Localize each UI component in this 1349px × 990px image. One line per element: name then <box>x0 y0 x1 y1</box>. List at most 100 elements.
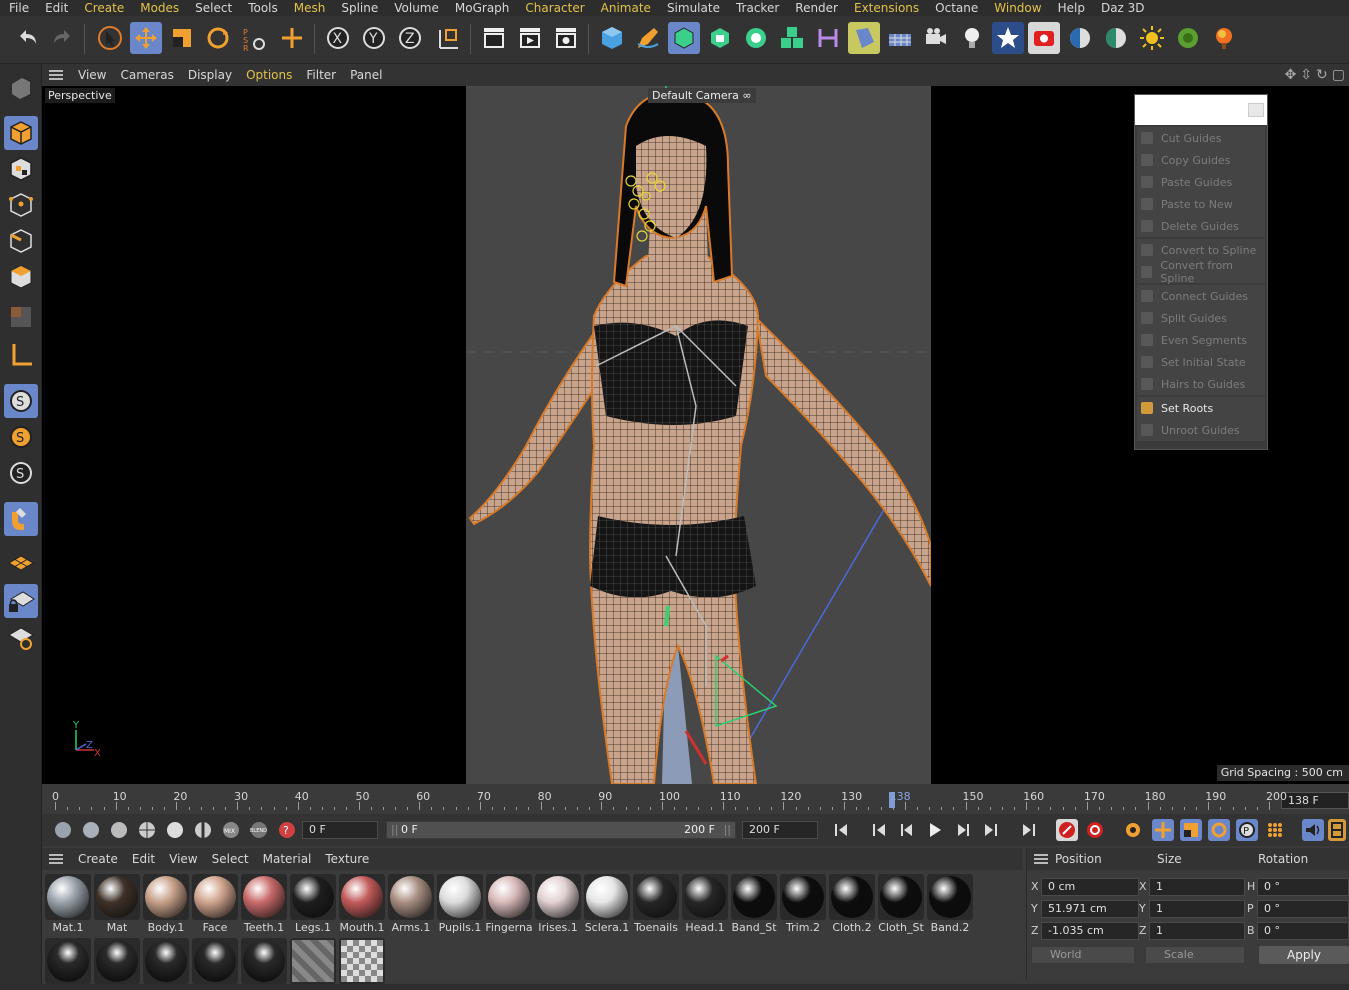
polygons-mode-button[interactable] <box>4 260 38 294</box>
menu-mograph[interactable]: MoGraph <box>446 1 517 15</box>
render-view-button[interactable] <box>478 22 510 54</box>
octane-vdb-button[interactable] <box>1208 22 1240 54</box>
key-scale-button[interactable] <box>80 819 102 841</box>
material-swatch[interactable]: Mat.1 <box>44 874 92 934</box>
rotation-p-field[interactable]: 0 ° <box>1257 900 1349 918</box>
material-swatch[interactable]: Mouth.1 <box>338 874 386 934</box>
size-x-field[interactable]: 1 <box>1149 878 1245 896</box>
material-swatch[interactable] <box>240 938 288 984</box>
next-key-button[interactable] <box>980 819 1002 841</box>
menu-help[interactable]: Help <box>1049 1 1092 15</box>
size-z-field[interactable]: 1 <box>1149 922 1245 940</box>
dolly-icon[interactable]: ⇳ <box>1300 67 1312 83</box>
material-swatch[interactable]: Irises.1 <box>534 874 582 934</box>
recent-tool-button[interactable] <box>276 22 308 54</box>
position-x-field[interactable]: 0 cm <box>1041 878 1139 896</box>
rotation-b-field[interactable]: 0 ° <box>1257 922 1349 940</box>
menu-character[interactable]: Character <box>516 1 591 15</box>
locked-workplane-button[interactable] <box>4 584 38 618</box>
solo-single-button[interactable]: S <box>4 420 38 454</box>
material-swatch[interactable]: Teeth.1 <box>240 874 288 934</box>
material-swatch[interactable] <box>289 938 337 984</box>
keyframe-selection-button[interactable] <box>1122 819 1144 841</box>
octane-object-button[interactable] <box>1100 22 1132 54</box>
viewport-menu-options[interactable]: Options <box>239 68 299 82</box>
menu-tools[interactable]: Tools <box>239 1 285 15</box>
autokey-button[interactable]: ? <box>276 819 298 841</box>
material-menu-material[interactable]: Material <box>256 852 319 866</box>
octane-daylight-button[interactable] <box>1136 22 1168 54</box>
key-position-toggle[interactable] <box>1152 819 1174 841</box>
record-active-objects-button[interactable] <box>1056 819 1078 841</box>
viewport-menu-filter[interactable]: Filter <box>299 68 343 82</box>
planar-workplane-button[interactable] <box>4 620 38 654</box>
octane-scatter-button[interactable] <box>1172 22 1204 54</box>
material-swatch[interactable] <box>44 938 92 984</box>
key-position-button[interactable] <box>136 819 158 841</box>
light-button[interactable] <box>956 22 988 54</box>
array-button[interactable] <box>776 22 808 54</box>
size-y-field[interactable]: 1 <box>1149 900 1245 918</box>
redo-button[interactable] <box>46 22 78 54</box>
material-swatch[interactable]: Trim.2 <box>779 874 827 934</box>
octane-settings-button[interactable] <box>992 22 1024 54</box>
extrude-button[interactable] <box>704 22 736 54</box>
menu-file[interactable]: File <box>0 1 36 15</box>
material-swatch[interactable]: Toenails <box>632 874 680 934</box>
sound-button[interactable] <box>1302 819 1324 841</box>
material-swatch[interactable]: Head.1 <box>681 874 729 934</box>
current-frame-field[interactable]: 138 F <box>1281 792 1349 809</box>
subdivision-surface-button[interactable] <box>668 22 700 54</box>
environment-button[interactable] <box>848 22 880 54</box>
coordinates-menu-icon[interactable] <box>1034 854 1048 864</box>
material-menu-texture[interactable]: Texture <box>318 852 376 866</box>
render-settings-button[interactable] <box>550 22 582 54</box>
edges-mode-button[interactable] <box>4 224 38 258</box>
solo-mode-button[interactable]: S <box>4 384 38 418</box>
camera-label[interactable]: Default Camera ∞ <box>648 88 756 103</box>
menu-simulate[interactable]: Simulate <box>658 1 727 15</box>
camera-button[interactable] <box>920 22 952 54</box>
menu-daz-3d[interactable]: Daz 3D <box>1092 1 1152 15</box>
material-menu-edit[interactable]: Edit <box>125 852 162 866</box>
menu-edit[interactable]: Edit <box>36 1 75 15</box>
octane-live-viewer-button[interactable] <box>1028 22 1060 54</box>
material-swatch[interactable]: Mat <box>93 874 141 934</box>
pan-icon[interactable]: ✥ <box>1285 67 1297 83</box>
floor-button[interactable] <box>884 22 916 54</box>
previous-frame-button[interactable] <box>896 819 918 841</box>
cloner-button[interactable] <box>740 22 772 54</box>
psr-button[interactable]: PSR <box>238 22 270 54</box>
material-swatch[interactable]: Face <box>191 874 239 934</box>
material-swatch[interactable]: Sclera.1 <box>583 874 631 934</box>
orbit-icon[interactable]: ↻ <box>1316 67 1328 83</box>
menu-tracker[interactable]: Tracker <box>727 1 786 15</box>
guides-menu-item-set-roots[interactable]: Set Roots <box>1137 397 1265 419</box>
material-swatch[interactable]: Arms.1 <box>387 874 435 934</box>
bend-deformer-button[interactable] <box>812 22 844 54</box>
material-swatch[interactable]: Legs.1 <box>289 874 337 934</box>
key-parameter-toggle[interactable]: P <box>1236 819 1258 841</box>
menu-render[interactable]: Render <box>786 1 845 15</box>
viewport-menu-icon[interactable] <box>49 70 63 80</box>
material-swatch[interactable]: Cloth.2 <box>828 874 876 934</box>
end-frame-field[interactable]: 200 F <box>742 821 818 839</box>
viewport-menu-panel[interactable]: Panel <box>343 68 389 82</box>
material-swatch[interactable] <box>338 938 386 984</box>
solo-hierarchy-button[interactable]: S <box>4 456 38 490</box>
position-y-field[interactable]: 51.971 cm <box>1041 900 1139 918</box>
material-menu-select[interactable]: Select <box>205 852 256 866</box>
make-editable-button[interactable] <box>4 70 38 104</box>
rotate-tool-button[interactable] <box>202 22 234 54</box>
cube-object-button[interactable] <box>596 22 628 54</box>
coordinate-mode-dropdown[interactable]: World <box>1031 946 1135 964</box>
start-frame-field[interactable]: 0 F <box>302 821 378 839</box>
octane-material-button[interactable] <box>1064 22 1096 54</box>
material-swatch[interactable]: Band.2 <box>926 874 974 934</box>
menu-create[interactable]: Create <box>75 1 131 15</box>
viewport-menu-view[interactable]: View <box>71 68 113 82</box>
workplane-button[interactable] <box>4 546 38 580</box>
y-axis-lock-button[interactable]: Y <box>358 22 390 54</box>
x-axis-lock-button[interactable]: X <box>322 22 354 54</box>
go-to-start-button[interactable] <box>830 819 852 841</box>
